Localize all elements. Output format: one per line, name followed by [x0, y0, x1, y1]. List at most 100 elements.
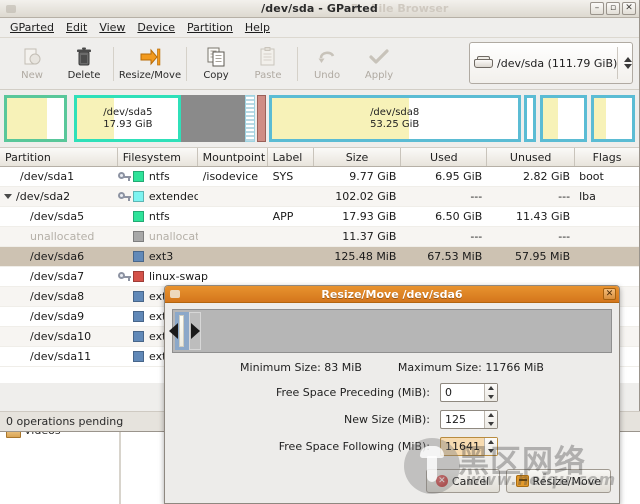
copy-icon [205, 46, 227, 68]
column-header-size[interactable]: Size [314, 148, 402, 166]
arrow-right-bar-icon [139, 46, 161, 68]
maximize-button[interactable]: ▫ [606, 2, 620, 15]
toolbar-copy-button[interactable]: Copy [190, 40, 242, 88]
filesystem-color-swatch [133, 271, 144, 282]
trash-icon [73, 46, 95, 68]
cell-flags: lba [579, 190, 596, 203]
filesystem-color-swatch [132, 231, 144, 242]
device-selector[interactable]: /dev/sda (111.79 GiB) [469, 42, 633, 84]
table-row[interactable]: /dev/sda7 linux-swap [0, 267, 639, 287]
table-row[interactable]: unallocated unallocated 11.37 GiB --- --… [0, 227, 639, 247]
device-selector-spinner[interactable] [617, 47, 633, 79]
menu-help[interactable]: Help [239, 19, 276, 36]
table-row[interactable]: /dev/sda5 ntfs APP 17.93 GiB 6.50 GiB 11… [0, 207, 639, 227]
resize-handle-right-arrow-icon[interactable] [191, 323, 200, 339]
check-icon [368, 46, 390, 68]
menu-device-label: Device [137, 21, 176, 34]
stepper-down-icon[interactable] [488, 394, 494, 399]
menu-device[interactable]: Device [131, 19, 181, 36]
free-space-following-label: Free Space Following (MiB): [278, 440, 430, 453]
cell-partition: /dev/sda9 [30, 310, 85, 323]
cell-filesystem: extended [148, 190, 198, 203]
stepper-up-icon[interactable] [488, 440, 494, 445]
cell-filesystem: ntfs [148, 210, 170, 223]
graph-segment-sda5[interactable]: /dev/sda5 17.93 GiB [74, 95, 182, 142]
maximum-size-label: Maximum Size: 11766 MiB [397, 361, 544, 374]
column-header-mountpoint[interactable]: Mountpoint [198, 148, 268, 166]
toolbar-resize-move-button[interactable]: Resize/Move [117, 40, 183, 88]
free-space-following-stepper[interactable] [484, 438, 497, 455]
filesystem-color-swatch [132, 171, 144, 182]
cell-partition: /dev/sda11 [30, 350, 92, 363]
table-row[interactable]: /dev/sda1 ntfs /isodevice SYS 9.77 GiB 6… [0, 167, 639, 187]
toolbar-resize-move-label: Resize/Move [118, 70, 182, 81]
cell-filesystem: ntfs [148, 170, 170, 183]
graph-segment-striped[interactable] [244, 95, 256, 142]
free-space-preceding-label: Free Space Preceding (MiB): [275, 386, 430, 399]
column-header-label[interactable]: Label [268, 148, 314, 166]
free-space-following-input[interactable]: 11641 [440, 437, 498, 456]
titlebar[interactable]: P - File Browser /dev/sda - GParted – ▫ … [0, 0, 639, 18]
cell-label: APP [272, 210, 294, 223]
resize-partition-block[interactable] [169, 312, 200, 350]
cell-partition-group: /dev/sda2 [0, 190, 118, 203]
graph-segment-sda11[interactable] [591, 95, 635, 142]
toolbar-new-button[interactable]: New [6, 40, 58, 88]
cell-partition: /dev/sda10 [30, 330, 92, 343]
column-header-partition[interactable]: Partition [0, 148, 118, 166]
chevron-up-icon [624, 57, 633, 62]
stepper-up-icon[interactable] [488, 413, 494, 418]
graph-segment-unallocated[interactable] [181, 95, 245, 142]
cell-size: 17.93 GiB [342, 210, 397, 223]
toolbar-paste-button[interactable]: Paste [242, 40, 294, 88]
menu-gparted[interactable]: GParted [4, 19, 60, 36]
harddisk-icon [474, 56, 494, 70]
menu-view-label: View [99, 21, 126, 34]
toolbar-delete-button[interactable]: Delete [58, 40, 110, 88]
menu-edit[interactable]: Edit [60, 19, 93, 36]
cancel-button[interactable]: ✕ Cancel [425, 469, 500, 493]
menu-partition[interactable]: Partition [181, 19, 239, 36]
menu-gparted-label: GParted [10, 21, 54, 34]
free-space-preceding-stepper[interactable] [484, 384, 497, 401]
close-button[interactable]: ✕ [622, 2, 636, 15]
table-row-selected[interactable]: /dev/sda6 ext3 125.48 MiB 67.53 MiB 57.9… [0, 247, 639, 267]
graph-segment-sda8[interactable]: /dev/sda8 53.25 GiB [268, 95, 521, 142]
cell-used: 6.95 GiB [435, 170, 483, 183]
stepper-down-icon[interactable] [488, 448, 494, 453]
graph-segment-sda9[interactable] [524, 95, 537, 142]
resize-handle-left-arrow-icon[interactable] [169, 323, 178, 339]
table-row[interactable]: /dev/sda2 extended 102.02 GiB --- --- lb… [0, 187, 639, 207]
dialog-titlebar[interactable]: Resize/Move /dev/sda6 ✕ [165, 286, 619, 303]
expand-collapse-triangle-icon[interactable] [4, 194, 12, 199]
stepper-up-icon[interactable] [488, 386, 494, 391]
filesystem-color-swatch [133, 291, 144, 302]
dialog-close-button[interactable]: ✕ [603, 288, 616, 300]
cell-size: 125.48 MiB [334, 250, 397, 263]
column-header-flags[interactable]: Flags [575, 148, 639, 166]
status-text: 0 operations pending [6, 415, 124, 428]
minimize-button[interactable]: – [590, 2, 604, 15]
free-space-preceding-input[interactable]: 0 [440, 383, 498, 402]
table-header-row: Partition Filesystem Mountpoint Label Si… [0, 148, 639, 167]
graph-segment-sda1[interactable] [4, 95, 67, 142]
column-header-unused[interactable]: Unused [487, 148, 576, 166]
column-header-used[interactable]: Used [401, 148, 488, 166]
column-header-filesystem[interactable]: Filesystem [118, 148, 198, 166]
cell-filesystem: unallocated [148, 230, 198, 243]
menu-view[interactable]: View [93, 19, 131, 36]
cell-partition: /dev/sda8 [30, 290, 85, 303]
graph-segment-sda10[interactable] [539, 95, 588, 142]
graph-segment-sda7[interactable] [257, 95, 266, 142]
free-space-following-value: 11641 [445, 440, 480, 453]
resize-canvas[interactable] [169, 309, 612, 353]
new-size-input[interactable]: 125 [440, 410, 498, 429]
toolbar-undo-button[interactable]: Undo [301, 40, 353, 88]
new-size-stepper[interactable] [484, 411, 497, 428]
stepper-down-icon[interactable] [488, 421, 494, 426]
toolbar-apply-button[interactable]: Apply [353, 40, 405, 88]
field-new-size: New Size (MiB): 125 [172, 410, 612, 429]
dialog-body: Minimum Size: 83 MiB Maximum Size: 11766… [165, 303, 619, 456]
paste-icon [257, 46, 279, 68]
resize-move-button[interactable]: Resize/Move [505, 469, 611, 493]
